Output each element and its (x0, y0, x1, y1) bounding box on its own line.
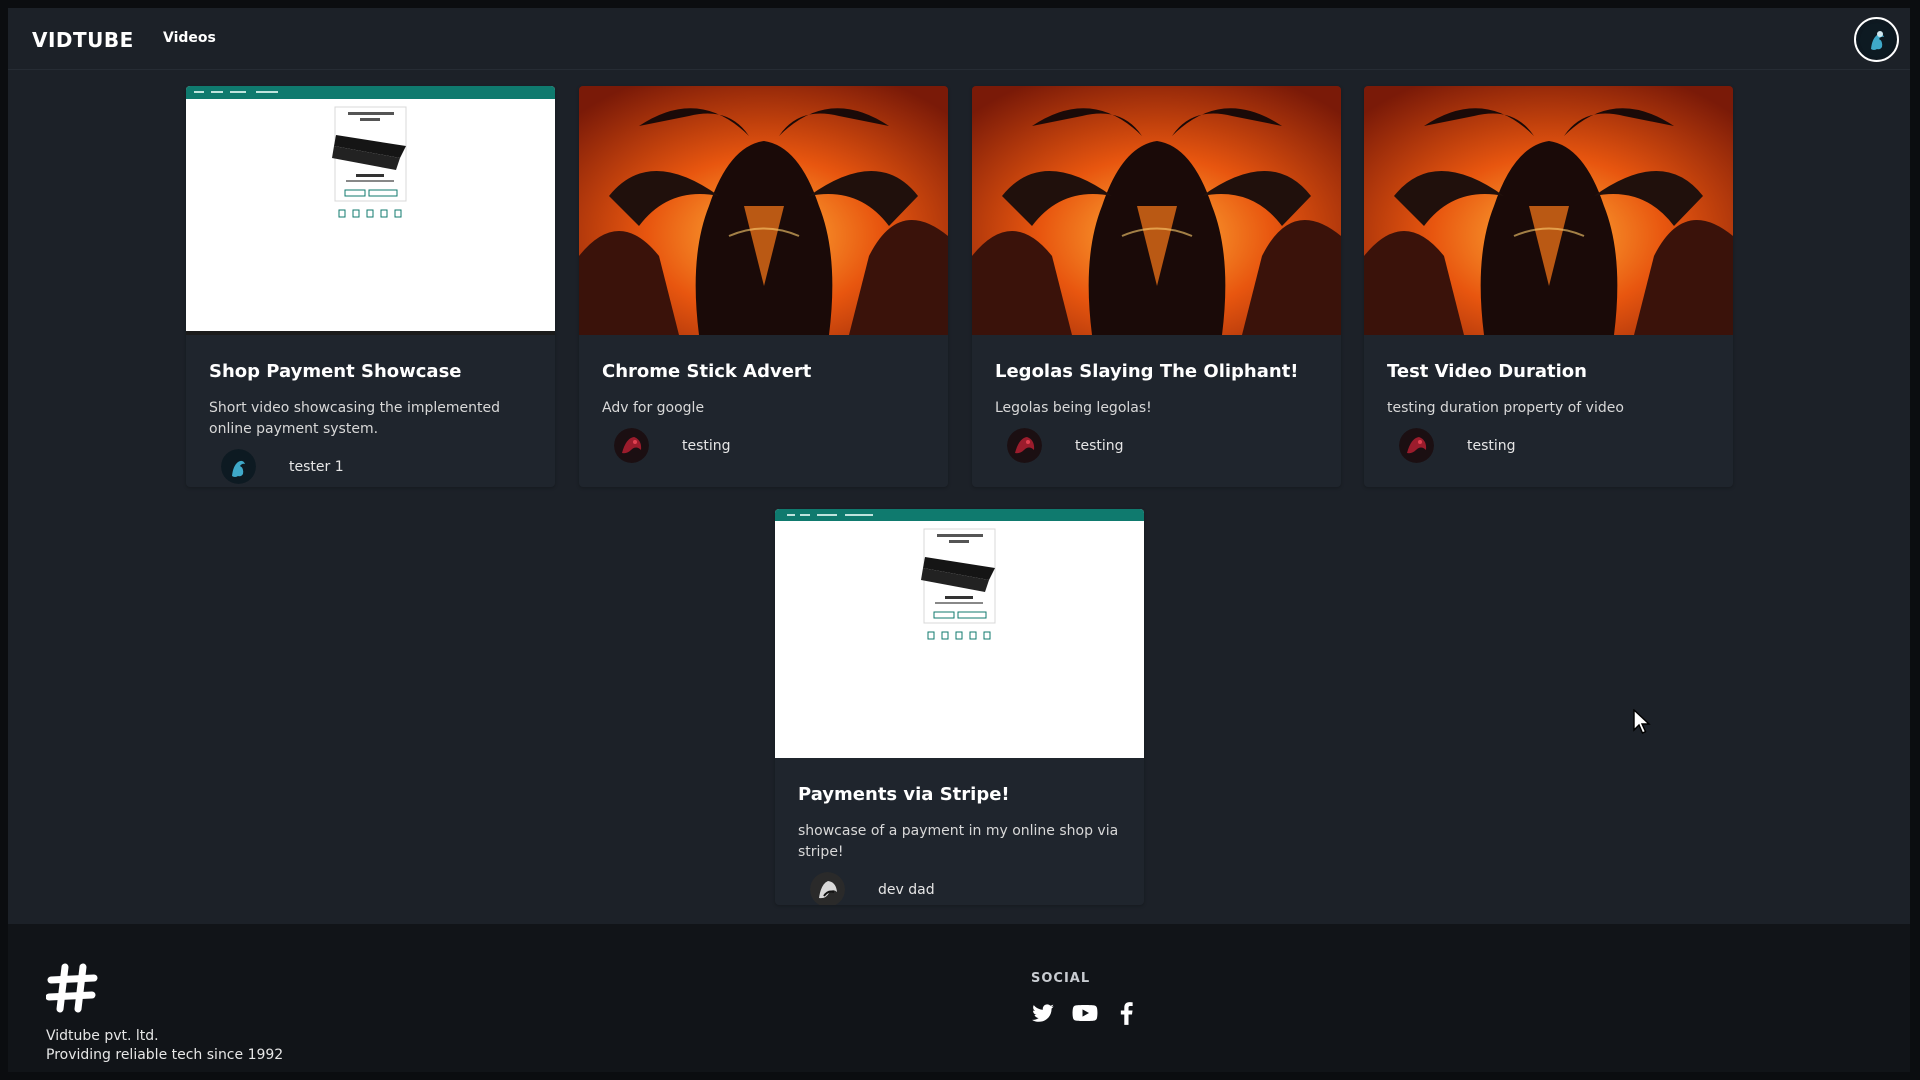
video-card[interactable]: Test Video Duration testing duration pro… (1364, 86, 1733, 487)
footer-tagline: Providing reliable tech since 1992 (46, 1047, 284, 1063)
author-avatar (1399, 428, 1434, 463)
video-author[interactable]: testing (1387, 428, 1710, 463)
video-thumbnail[interactable] (775, 509, 1144, 758)
footer: Vidtube pvt. ltd. Providing reliable tec… (8, 924, 1910, 1072)
video-thumbnail[interactable] (972, 86, 1341, 335)
author-name: testing (1075, 437, 1124, 454)
brand-logo[interactable]: VIDTUBE (32, 28, 134, 52)
video-card[interactable]: Payments via Stripe! showcase of a payme… (775, 509, 1144, 905)
video-title[interactable]: Payments via Stripe! (798, 784, 1121, 805)
hashtag-logo-icon (45, 962, 98, 1014)
video-description: Adv for google (602, 400, 705, 416)
video-title[interactable]: Chrome Stick Advert (602, 361, 925, 382)
video-title[interactable]: Legolas Slaying The Oliphant! (995, 361, 1318, 382)
video-description: testing duration property of video (1387, 400, 1624, 416)
video-author[interactable]: tester 1 (209, 449, 532, 484)
video-card[interactable]: Chrome Stick Advert Adv for google testi… (579, 86, 948, 487)
social-heading: SOCIAL (1031, 971, 1091, 986)
twitter-icon[interactable] (1030, 1000, 1056, 1026)
author-avatar (810, 872, 845, 905)
author-avatar (1007, 428, 1042, 463)
video-description: Legolas being legolas! (995, 400, 1152, 416)
author-name: dev dad (878, 881, 935, 898)
facebook-icon[interactable] (1114, 1000, 1140, 1026)
user-avatar-icon[interactable] (1854, 17, 1899, 62)
video-thumbnail[interactable] (1364, 86, 1733, 335)
footer-company: Vidtube pvt. ltd. (46, 1028, 159, 1044)
author-avatar (221, 449, 256, 484)
app-window: VIDTUBE Videos Shop Payment Showcase Sho… (8, 8, 1910, 1072)
author-name: tester 1 (289, 458, 344, 475)
video-card[interactable]: Shop Payment Showcase Short video showca… (186, 86, 555, 487)
video-card[interactable]: Legolas Slaying The Oliphant! Legolas be… (972, 86, 1341, 487)
video-thumbnail[interactable] (579, 86, 948, 335)
author-avatar (614, 428, 649, 463)
video-author[interactable]: testing (995, 428, 1318, 463)
video-author[interactable]: dev dad (798, 872, 1121, 905)
youtube-icon[interactable] (1072, 1000, 1098, 1026)
video-thumbnail[interactable] (186, 86, 555, 335)
mouse-cursor-icon (1632, 708, 1652, 735)
nav-link-videos[interactable]: Videos (163, 30, 216, 46)
video-description: Short video showcasing the implemented o… (209, 400, 501, 437)
video-title[interactable]: Shop Payment Showcase (209, 361, 532, 382)
author-name: testing (1467, 437, 1516, 454)
social-links (1030, 1000, 1140, 1026)
video-description: showcase of a payment in my online shop … (798, 823, 1119, 860)
video-author[interactable]: testing (602, 428, 925, 463)
video-title[interactable]: Test Video Duration (1387, 361, 1710, 382)
author-name: testing (682, 437, 731, 454)
navbar: VIDTUBE Videos (8, 8, 1910, 70)
